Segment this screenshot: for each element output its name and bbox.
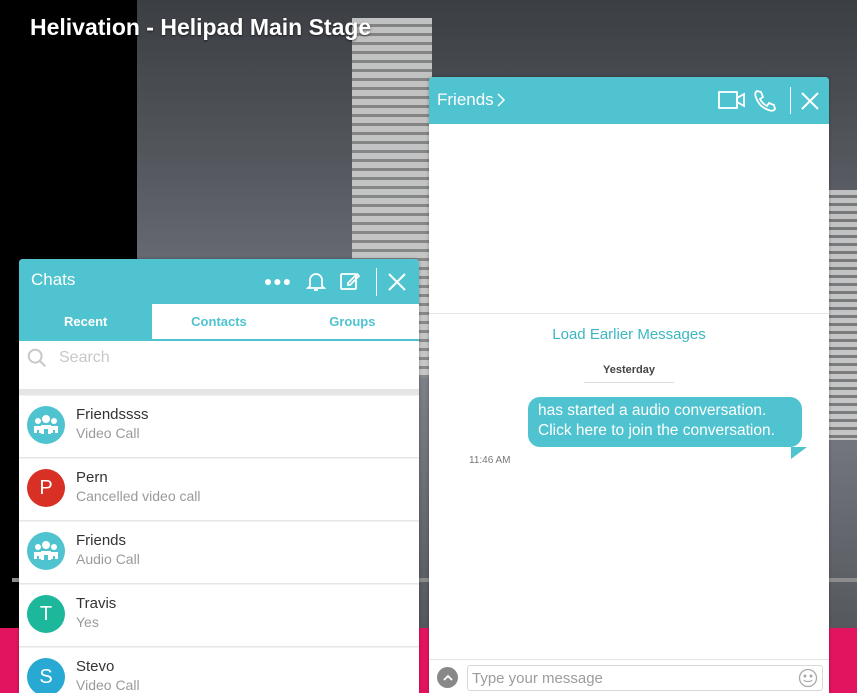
tab-recent[interactable]: Recent <box>19 304 153 339</box>
chat-list: Friendssss Video Call P Pern Cancelled v… <box>19 395 419 693</box>
video-call-icon[interactable] <box>717 88 747 112</box>
chat-item-name: Travis <box>76 595 117 612</box>
phone-icon[interactable] <box>752 88 778 114</box>
chat-item-subtitle: Video Call <box>76 425 140 441</box>
avatar: P <box>27 469 65 507</box>
chat-item-subtitle: Cancelled video call <box>76 488 201 504</box>
emoji-icon[interactable] <box>798 668 818 688</box>
search-icon <box>27 348 46 367</box>
edit-icon[interactable] <box>337 268 363 294</box>
building-image <box>826 190 857 440</box>
header-divider <box>790 87 791 114</box>
chat-item-subtitle: Video Call <box>76 677 140 693</box>
group-avatar-icon <box>27 406 65 444</box>
friends-chat-panel: Friends Load Earlier Messages Yesterday … <box>429 77 829 693</box>
bell-icon[interactable] <box>303 268 329 294</box>
chevron-right-icon <box>497 93 505 107</box>
chat-item-name: Pern <box>76 469 108 486</box>
friends-title: Friends <box>437 90 494 109</box>
chat-item-stevo[interactable]: S Stevo Video Call <box>19 647 419 693</box>
divider <box>429 313 829 314</box>
chats-header: Chats ●●● <box>19 259 419 304</box>
tab-contacts[interactable]: Contacts <box>152 304 285 339</box>
chat-item-name: Friends <box>76 532 127 549</box>
avatar: S <box>27 658 65 693</box>
bubble-tail <box>791 447 807 459</box>
chat-item-name: Stevo <box>76 658 115 675</box>
chat-item-pern[interactable]: P Pern Cancelled video call <box>19 458 419 521</box>
chat-item-friendssss[interactable]: Friendssss Video Call <box>19 395 419 458</box>
chats-panel: Chats ●●● Recent Contacts Groups Friends… <box>19 259 419 693</box>
message-timestamp: 11:46 AM <box>469 455 511 466</box>
message-area: Load Earlier Messages Yesterday has star… <box>429 124 829 659</box>
day-separator: Yesterday <box>584 364 674 383</box>
chevron-up-icon <box>442 674 453 681</box>
chat-item-travis[interactable]: T Travis Yes <box>19 584 419 647</box>
chat-item-friends[interactable]: Friends Audio Call <box>19 521 419 584</box>
tab-groups[interactable]: Groups <box>286 304 419 339</box>
close-icon[interactable] <box>798 89 822 113</box>
friends-header: Friends <box>429 77 829 124</box>
search-bar <box>19 341 419 395</box>
stage-title: Helivation - Helipad Main Stage <box>30 14 372 40</box>
chats-title: Chats <box>31 270 76 289</box>
load-earlier-messages-link[interactable]: Load Earlier Messages <box>429 326 829 343</box>
message-composer <box>429 659 829 693</box>
chat-item-name: Friendssss <box>76 406 149 423</box>
chat-item-subtitle: Audio Call <box>76 551 140 567</box>
expand-options-button[interactable] <box>437 667 458 688</box>
friends-title-link[interactable]: Friends <box>437 90 506 110</box>
chat-item-subtitle: Yes <box>76 614 99 630</box>
close-icon[interactable] <box>385 270 409 294</box>
header-divider <box>376 268 377 296</box>
avatar: T <box>27 595 65 633</box>
group-avatar-icon <box>27 532 65 570</box>
message-input[interactable] <box>467 665 823 691</box>
more-icon[interactable]: ●●● <box>263 271 293 291</box>
search-input[interactable] <box>57 344 401 372</box>
chats-tabs: Recent Contacts Groups <box>19 304 419 341</box>
message-bubble[interactable]: has started a audio conversation. Click … <box>528 397 802 447</box>
